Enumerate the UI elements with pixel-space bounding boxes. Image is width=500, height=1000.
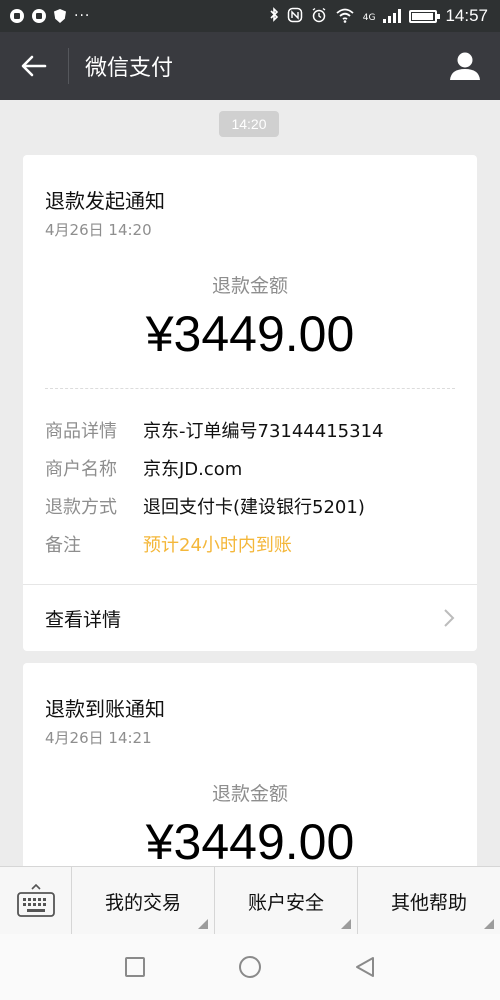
more-notifications-icon: ··· <box>74 8 91 24</box>
app-notification-icon <box>10 9 24 23</box>
refund-initiated-card[interactable]: 退款发起通知 4月26日 14:20 退款金额 ¥3449.00 商品详情 京东… <box>23 155 477 651</box>
app-bar-divider <box>68 48 69 84</box>
bluetooth-icon <box>269 7 279 25</box>
refund-amount: ¥3449.00 <box>145 306 355 362</box>
menu-item-label: 其他帮助 <box>390 891 467 914</box>
detail-value: 退回支付卡(建设银行5201) <box>143 497 365 518</box>
card-date: 4月26日 14:20 <box>45 221 152 239</box>
arrow-left-icon <box>21 55 47 77</box>
keyboard-toggle-button[interactable] <box>0 867 72 935</box>
menu-my-transactions[interactable]: 我的交易 <box>72 867 215 935</box>
page-title: 微信支付 <box>85 56 174 81</box>
menu-other-help[interactable]: 其他帮助 <box>358 867 500 935</box>
detail-value: 京东JD.com <box>143 459 243 480</box>
battery-icon <box>409 9 441 23</box>
card-title: 退款到账通知 <box>45 697 165 721</box>
detail-key: 商户名称 <box>45 459 117 480</box>
bottom-menu: 我的交易 账户安全 其他帮助 <box>0 866 500 935</box>
shield-icon <box>54 9 66 23</box>
detail-key: 备注 <box>45 535 81 556</box>
signal-icon <box>383 9 402 23</box>
detail-row-merchant: 商户名称 京东JD.com <box>45 455 242 481</box>
back-triangle-icon[interactable] <box>354 956 376 978</box>
submenu-indicator-icon <box>341 919 351 929</box>
menu-account-security[interactable]: 账户安全 <box>215 867 358 935</box>
chevron-right-icon <box>444 609 455 627</box>
back-button[interactable] <box>0 32 68 100</box>
wifi-icon <box>335 7 355 26</box>
amount-label: 退款金额 <box>211 275 288 297</box>
detail-key: 商品详情 <box>45 421 117 442</box>
app-bar: 微信支付 <box>0 32 500 100</box>
status-right-icons: 4G 14:57 <box>269 6 488 26</box>
detail-row-product: 商品详情 京东-订单编号73144415314 <box>45 417 383 443</box>
status-time: 14:57 <box>445 6 488 25</box>
submenu-indicator-icon <box>484 919 494 929</box>
keyboard-icon <box>16 884 55 917</box>
detail-row-remark: 备注 预计24小时内到账 <box>45 531 292 557</box>
view-details-label: 查看详情 <box>45 608 122 631</box>
detail-value: 京东-订单编号73144415314 <box>143 421 384 442</box>
nfc-icon <box>287 7 303 26</box>
menu-item-label: 我的交易 <box>104 891 181 914</box>
amount-label: 退款金额 <box>211 783 288 805</box>
sound-notification-icon <box>32 9 46 23</box>
view-details-link[interactable]: 查看详情 <box>23 585 477 651</box>
refund-amount: ¥3449.00 <box>145 814 355 870</box>
person-icon <box>450 52 480 80</box>
detail-row-refund-method: 退款方式 退回支付卡(建设银行5201) <box>45 493 365 519</box>
recents-square-icon[interactable] <box>124 956 146 978</box>
menu-item-label: 账户安全 <box>247 891 324 914</box>
detail-key: 退款方式 <box>45 497 117 518</box>
system-nav-bar <box>0 934 500 1000</box>
card-date: 4月26日 14:21 <box>45 729 152 747</box>
submenu-indicator-icon <box>198 919 208 929</box>
detail-value-remark: 预计24小时内到账 <box>143 535 292 556</box>
home-circle-icon[interactable] <box>238 955 262 979</box>
refund-received-card[interactable]: 退款到账通知 4月26日 14:21 退款金额 ¥3449.00 <box>23 663 477 883</box>
status-left-icons: ··· <box>10 9 90 23</box>
dashed-divider <box>45 388 455 389</box>
chat-time-stamp: 14:20 <box>219 111 279 137</box>
profile-button[interactable] <box>430 32 500 100</box>
network-type-label: 4G <box>362 13 376 23</box>
alarm-icon <box>311 7 327 26</box>
status-bar: ··· 4G 14:57 <box>0 0 500 32</box>
card-title: 退款发起通知 <box>45 189 165 213</box>
